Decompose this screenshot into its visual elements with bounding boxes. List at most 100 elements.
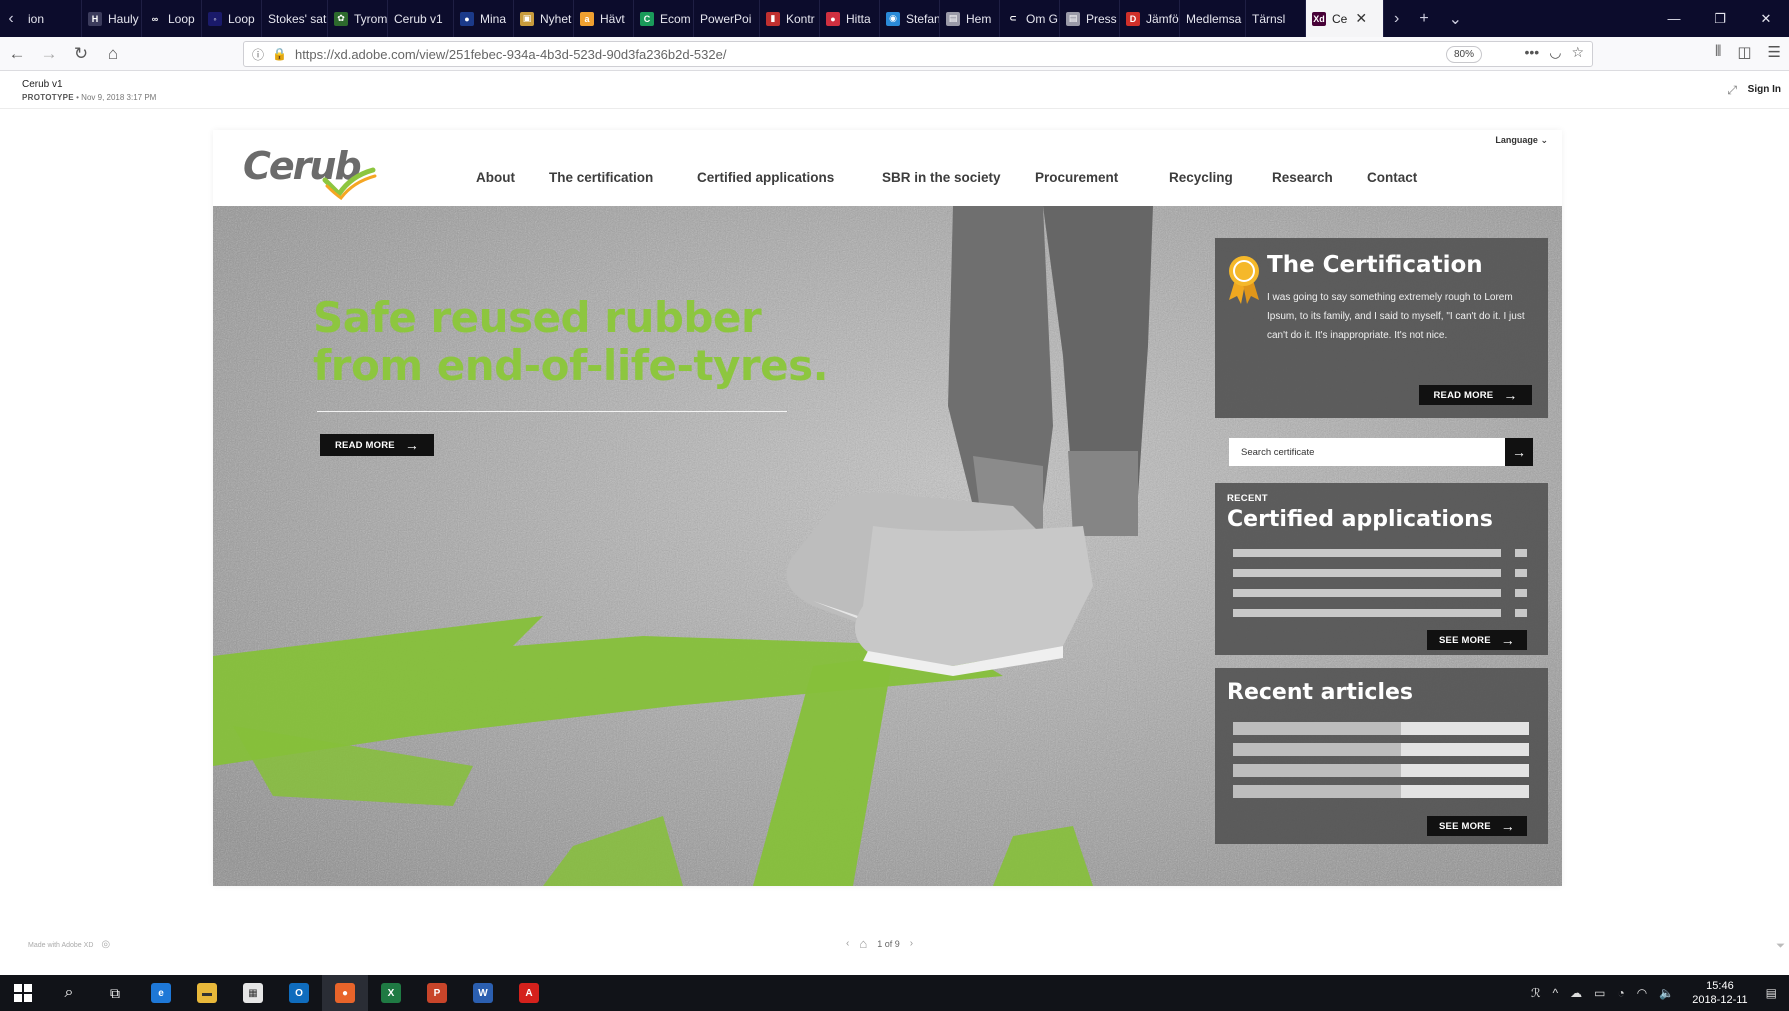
nav-the-certification[interactable]: The certification — [549, 170, 653, 185]
close-window-icon[interactable]: ✕ — [1743, 11, 1789, 27]
certification-read-more-button[interactable]: READ MORE → — [1419, 385, 1532, 405]
tab-scroll-left-icon[interactable]: ‹ — [0, 0, 22, 37]
browser-tab[interactable]: ◉ Stefan — [880, 0, 940, 37]
taskbar-app-outlook-icon[interactable]: O — [276, 975, 322, 1011]
taskbar-app-word-icon[interactable]: W — [460, 975, 506, 1011]
article-placeholder-row[interactable] — [1233, 743, 1529, 756]
forward-icon[interactable]: → — [34, 39, 64, 69]
nav-certified-applications[interactable]: Certified applications — [697, 170, 834, 185]
fullscreen-icon[interactable]: ⤢ — [1727, 83, 1737, 98]
nav-recycling[interactable]: Recycling — [1169, 170, 1233, 185]
browser-tab[interactable]: Stokes' sat — [262, 0, 328, 37]
app-glyph: e — [151, 983, 171, 1003]
people-icon[interactable]: ℛ — [1525, 986, 1547, 1000]
arrow-right-icon: → — [1503, 387, 1518, 403]
taskbar-app-explorer-icon[interactable]: ▬ — [184, 975, 230, 1011]
battery-icon[interactable]: ▭ — [1588, 986, 1611, 1000]
taskbar-app-store-icon[interactable]: ▦ — [230, 975, 276, 1011]
reload-icon[interactable]: ↻ — [66, 39, 96, 69]
nav-research[interactable]: Research — [1272, 170, 1333, 185]
articles-title: Recent articles — [1227, 680, 1414, 705]
hero-read-more-button[interactable]: READ MORE → — [320, 434, 434, 456]
browser-tab[interactable]: ▤ Hem — [940, 0, 1000, 37]
windows-start-icon[interactable] — [0, 975, 46, 1011]
browser-tab[interactable]: ▤ Press — [1060, 0, 1120, 37]
previous-page-icon[interactable]: ‹ — [846, 938, 849, 949]
browser-tab[interactable]: ion — [22, 0, 82, 37]
nav-contact[interactable]: Contact — [1367, 170, 1417, 185]
nav-procurement[interactable]: Procurement — [1035, 170, 1118, 185]
restore-icon[interactable]: ❐ — [1697, 11, 1743, 27]
taskbar-app-firefox-icon[interactable]: ● — [322, 975, 368, 1011]
volume-icon[interactable]: 🔈 — [1653, 986, 1680, 1000]
action-center-icon[interactable]: ▤ — [1760, 986, 1789, 1000]
browser-tab[interactable]: ● Mina — [454, 0, 514, 37]
applications-see-more-button[interactable]: SEE MORE → — [1427, 630, 1527, 650]
tab-favicon-icon: ⊂ — [1006, 11, 1020, 26]
certification-title: The Certification — [1267, 252, 1483, 278]
browser-tab[interactable]: Xd Ce ✕ — [1306, 0, 1384, 37]
nav-about[interactable]: About — [476, 170, 515, 185]
browser-tab[interactable]: ● Hitta — [820, 0, 880, 37]
home-icon[interactable]: ⌂ — [98, 39, 128, 69]
back-icon[interactable]: ← — [2, 39, 32, 69]
page-info-icon[interactable]: ⓘ — [252, 46, 264, 63]
articles-see-more-button[interactable]: SEE MORE → — [1427, 816, 1527, 836]
browser-tab[interactable]: a Hävt — [574, 0, 634, 37]
browser-tab[interactable]: H Hauly — [82, 0, 142, 37]
lock-icon: 🔒 — [272, 47, 287, 61]
article-placeholder-row[interactable] — [1233, 764, 1529, 777]
browser-tab[interactable]: C Ecom — [634, 0, 694, 37]
article-placeholder-row[interactable] — [1233, 785, 1529, 798]
browser-tab[interactable]: ◦ Loop — [202, 0, 262, 37]
tab-scroll-right-icon[interactable]: › — [1384, 10, 1409, 28]
browser-tab[interactable]: ∞ Loop — [142, 0, 202, 37]
browser-tab[interactable]: Tärnsl — [1246, 0, 1306, 37]
next-page-icon[interactable]: › — [910, 938, 913, 949]
browser-tab[interactable]: ▮ Kontr — [760, 0, 820, 37]
browser-tab[interactable]: ✿ Tyrom — [328, 0, 388, 37]
new-tab-icon[interactable]: + — [1409, 10, 1438, 28]
zoom-level-badge[interactable]: 80% — [1445, 46, 1482, 63]
certification-body: I was going to say something extremely r… — [1267, 292, 1525, 341]
bookmark-star-icon[interactable]: ☆ — [1571, 44, 1584, 61]
tab-list-chevron-icon[interactable]: ⌄ — [1439, 9, 1472, 29]
nav-sbr-in-the-society[interactable]: SBR in the society — [882, 170, 1001, 185]
taskbar-app-powerpoint-icon[interactable]: P — [414, 975, 460, 1011]
address-bar[interactable]: ⓘ 🔒 https://xd.adobe.com/view/251febec-9… — [243, 41, 1593, 67]
tray-overflow-icon[interactable]: ^ — [1547, 986, 1565, 1000]
sign-in-link[interactable]: Sign In — [1748, 84, 1781, 95]
taskbar-app-excel-icon[interactable]: X — [368, 975, 414, 1011]
filter-icon[interactable]: ⏷ — [1776, 940, 1785, 953]
browser-tab[interactable]: Medlemsa — [1180, 0, 1246, 37]
onedrive-icon[interactable]: ☁ — [1564, 986, 1588, 1000]
main-nav: About The certification Certified applic… — [213, 170, 1562, 190]
hamburger-menu-icon[interactable]: ☰ — [1768, 43, 1781, 61]
browser-tab[interactable]: ⊂ Om G — [1000, 0, 1060, 37]
article-placeholder-row[interactable] — [1233, 722, 1529, 735]
search-icon[interactable]: ⌕ — [46, 975, 92, 1011]
pocket-icon[interactable]: ◡ — [1549, 44, 1561, 61]
taskbar-app-acrobat-icon[interactable]: A — [506, 975, 552, 1011]
page-actions-icon[interactable]: ••• — [1525, 44, 1540, 61]
system-clock[interactable]: 15:46 2018-12-11 — [1680, 979, 1759, 1007]
tab-label: Hitta — [846, 11, 871, 26]
close-tab-icon[interactable]: ✕ — [1355, 10, 1367, 27]
wifi-icon[interactable]: ◠ — [1631, 986, 1653, 1000]
network-icon[interactable]: ◔ — [1612, 986, 1631, 1000]
browser-tab[interactable]: PowerPoi — [694, 0, 760, 37]
browser-tab[interactable]: Cerub v1 — [388, 0, 454, 37]
made-with-adobe-xd[interactable]: Made with Adobe XD ◎ — [28, 939, 110, 950]
browser-tab[interactable]: ▣ Nyhet — [514, 0, 574, 37]
taskbar-app-edge-icon[interactable]: e — [138, 975, 184, 1011]
sidebar-toggle-icon[interactable]: ◫ — [1737, 43, 1751, 61]
search-submit-arrow-icon[interactable]: → — [1505, 438, 1533, 466]
browser-tab[interactable]: D Jämfö — [1120, 0, 1180, 37]
language-selector[interactable]: Language ⌄ — [1495, 135, 1548, 146]
app-glyph: O — [289, 983, 309, 1003]
task-view-icon[interactable]: ⧉ — [92, 975, 138, 1011]
minimize-icon[interactable]: — — [1651, 11, 1697, 26]
home-artboard-icon[interactable]: ⌂ — [859, 936, 867, 951]
library-icon[interactable]: ⫴ — [1715, 43, 1721, 61]
search-certificate-input[interactable] — [1229, 438, 1505, 466]
